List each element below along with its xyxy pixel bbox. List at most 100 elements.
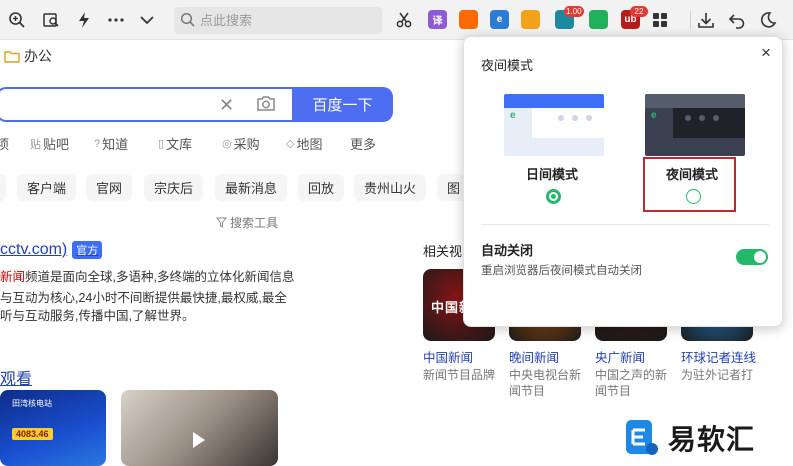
video-thumbnail-news[interactable] [121,390,278,466]
undo-icon[interactable] [726,9,748,31]
result-snippet-line3: 听与互动服务,传播中国,了解世界。 [0,309,195,323]
chevron-down-icon[interactable] [136,9,158,31]
ie-ext-icon[interactable]: e [490,10,509,29]
browser-logo-icon: e [651,110,657,121]
watch-link[interactable]: 观看 [0,365,32,389]
related-video-title[interactable]: 中国新闻 [423,347,473,366]
download-icon[interactable] [695,9,717,31]
result-snippet-line2: 与互动为核心,24小时不间断提供最快捷,最权威,最全 [0,291,287,305]
baidu-search-button[interactable]: 百度一下 [292,87,393,122]
toolbar-separator [690,11,691,29]
nav-label: 项 [0,137,10,152]
watermark-logo-icon [626,420,658,455]
preview-panel [532,108,604,138]
clear-icon[interactable]: ✕ [219,95,234,116]
suggestion-chip[interactable]: 回放 [298,174,345,201]
nav-icon: 贴 [30,138,41,151]
nav-item[interactable]: ◎ 采购 [222,134,260,153]
search-tools[interactable]: 搜索工具 [216,214,278,231]
popup-divider [481,224,769,225]
nav-item[interactable]: 贴贴吧 [30,134,69,153]
extension-label: 译 [432,16,443,27]
game-ext-icon[interactable] [459,10,478,29]
preview-dot [586,115,592,121]
nav-item[interactable]: ◇ 地图 [286,134,322,153]
suggestion-chip[interactable] [0,174,6,201]
preview-bar [645,94,745,108]
play-icon [193,432,205,448]
suggestion-chip[interactable]: 贵州山火 [354,174,427,201]
watermark-text: 易软汇 [668,424,756,455]
preview-dot [572,115,578,121]
auto-close-toggle[interactable] [736,249,768,265]
highlight-box [643,157,736,212]
camera-icon[interactable] [256,95,276,115]
grid-apps-icon[interactable] [649,9,671,31]
result-snippet-highlight: 新闻 [0,270,26,284]
related-video-title[interactable]: 环球记者连线 [681,347,756,366]
suggestion-chip[interactable]: 客户端 [17,174,77,201]
lightning-icon[interactable] [73,9,95,31]
result-title-link[interactable]: cctv.com) 官方 [0,241,103,259]
suggestion-chip[interactable]: 宗庆后 [144,174,204,201]
preview-bar [504,94,604,108]
nav-icon: ◎ [222,138,232,150]
play-ext-icon[interactable]: 1.00 [555,6,584,29]
video-thumbnail-nuclear[interactable]: 田湾核电站 4083.46 [0,390,106,466]
auto-close-description: 重启浏览器后夜间模式自动关闭 [481,265,642,277]
preview-dot [685,115,691,121]
nav-label: 更多 [350,137,377,152]
popup-title: 夜间模式 [481,58,534,73]
nav-item[interactable]: 项 [0,134,9,153]
preview-dot [713,115,719,121]
nav-icon: ▯ [158,138,165,150]
auto-close-title: 自动关闭 [481,243,534,258]
baidu-search-input[interactable] [0,87,294,122]
nav-item[interactable]: ▯ 文库 [158,134,192,153]
related-video-subtitle: 中国之声的新闻节目 [595,368,668,398]
nav-icon: ◇ [286,138,295,150]
extension-badge: 22 [630,6,648,17]
nav-item[interactable]: ? 知道 [94,134,128,153]
browser-logo-icon: e [510,110,516,121]
bookmark-folder-office[interactable]: 办公 [4,46,52,66]
thumbnail-number: 4083.46 [12,428,53,440]
result-snippet-line1: 新闻频道是面向全球,多语种,多终端的立体化新闻信息 [0,266,294,285]
suggestion-chip[interactable]: 最新消息 [215,174,288,201]
more-icon[interactable] [105,9,127,31]
scissors-icon[interactable] [393,9,415,31]
related-video-title[interactable]: 央广新闻 [595,347,645,366]
toolbar-search-input[interactable] [200,11,370,30]
preview-dot [699,115,705,121]
nav-label: 地图 [296,137,323,152]
nav-label: 采购 [233,137,260,152]
day-mode-radio[interactable] [546,189,561,204]
related-video-subtitle: 新闻节目品牌 [423,368,496,382]
search-icon [180,12,195,27]
search-tools-label: 搜索工具 [230,216,279,230]
day-mode-preview[interactable]: e [504,94,604,156]
close-icon[interactable]: × [761,43,771,63]
preview-panel [673,108,745,138]
related-video-subtitle: 中央电视台新闻节目 [509,368,582,398]
moon-icon[interactable] [757,9,779,31]
zoom-icon[interactable] [6,9,28,31]
related-video-title[interactable]: 晚间新闻 [509,347,559,366]
suggestion-chip[interactable]: 官网 [86,174,133,201]
preview-dot [558,115,564,121]
night-mode-popup: 夜间模式 × e e 日间模式 夜间模式 自动关闭 重启浏览器后夜间模式自动关闭 [463,36,783,327]
translate-ext-icon[interactable]: 译 [428,10,447,29]
extension-badge: 1.00 [564,6,584,17]
browser-toolbar: 译 e 1.00 ub22 [0,0,793,40]
ublock-ext-icon[interactable]: ub 22 [621,6,648,29]
image-search-icon[interactable] [40,9,62,31]
night-mode-preview[interactable]: e [645,94,745,156]
toolbar-search[interactable] [174,7,382,34]
nav-item[interactable]: 更多 [350,134,376,153]
book-ext-icon[interactable] [589,10,608,29]
official-badge: 官方 [72,241,103,259]
nav-label: 贴吧 [43,137,70,152]
fox-ext-icon[interactable] [521,10,540,29]
related-videos-heading: 相关视 [423,244,463,259]
result-snippet-text1: 频道是面向全球,多语种,多终端的立体化新闻信息 [25,270,295,284]
